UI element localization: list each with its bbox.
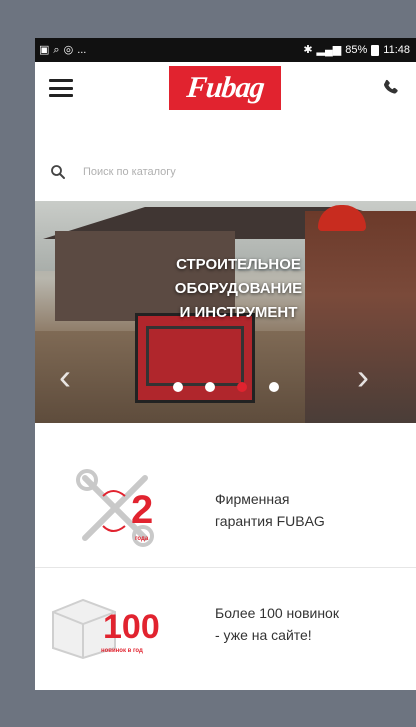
warranty-text: Фирменная гарантия FUBAG (215, 488, 405, 532)
warranty-line-2: гарантия FUBAG (215, 512, 325, 529)
logo-text: Fubag (184, 71, 266, 104)
warranty-line-1: Фирменная (215, 490, 290, 507)
phone-screen: ▣ ⌕ ◎ ... ✱ ▂▄▆ 85% 11:48 Fubag Поиск по… (35, 38, 416, 690)
new-products-visual: 100 новинок в год (35, 574, 215, 674)
clock: 11:48 (383, 44, 410, 56)
search-input[interactable] (81, 165, 385, 179)
new-products-caption: новинок в год (101, 648, 143, 654)
overflow-text: ... (77, 43, 87, 56)
banner-line-1: СТРОИТЕЛЬНОЕ (176, 256, 301, 273)
carousel-dot-2[interactable] (205, 382, 215, 392)
warranty-visual: 2 года (35, 460, 215, 560)
battery-percent: 85% (345, 44, 368, 56)
hamburger-menu-icon[interactable] (49, 79, 73, 97)
carousel-prev-icon[interactable]: ‹ (59, 359, 71, 395)
fubag-logo[interactable]: Fubag (169, 66, 281, 110)
new-products-number: 100 (103, 608, 160, 646)
hero-banner[interactable]: СТРОИТЕЛЬНОЕ ОБОРУДОВАНИЕ И ИНСТРУМЕНТ ‹… (35, 201, 416, 423)
carousel-dot-4[interactable] (269, 382, 279, 392)
search-icon[interactable] (49, 163, 67, 181)
status-left: ▣ ⌕ ◎ ... (39, 43, 87, 56)
warranty-caption: года (135, 535, 149, 542)
status-right: ✱ ▂▄▆ 85% 11:48 (303, 44, 410, 56)
new-products-text: Более 100 новинок - уже на сайте! (215, 602, 405, 646)
feature-new-products[interactable]: 100 новинок в год Более 100 новинок - уж… (35, 566, 416, 682)
circle-status-icon: ◎ (63, 43, 74, 56)
feature-warranty[interactable]: 2 года Фирменная гарантия FUBAG (35, 452, 416, 568)
banner-line-2: ОБОРУДОВАНИЕ (174, 280, 303, 297)
carousel-dot-3[interactable] (237, 382, 247, 392)
phone-icon[interactable] (380, 77, 402, 99)
carousel-dots (173, 382, 279, 392)
signal-icon: ▂▄▆ (316, 43, 342, 56)
carousel-dot-1[interactable] (173, 382, 183, 392)
generator-frame (146, 326, 244, 386)
carousel-next-icon[interactable]: › (357, 359, 369, 395)
search-status-icon: ⌕ (53, 43, 60, 56)
banner-line-3: И ИНСТРУМЕНТ (179, 304, 298, 321)
banner-headline: СТРОИТЕЛЬНОЕ ОБОРУДОВАНИЕ И ИНСТРУМЕНТ (35, 253, 416, 325)
warranty-number: 2 (131, 487, 154, 532)
battery-icon (371, 44, 380, 56)
new-products-line-1: Более 100 новинок (215, 605, 339, 621)
search-bar (35, 142, 416, 202)
top-bar: Fubag (35, 62, 416, 114)
new-products-line-2: - уже на сайте! (215, 627, 312, 643)
bluetooth-icon: ✱ (303, 43, 313, 56)
gallery-icon: ▣ (39, 43, 50, 56)
status-bar: ▣ ⌕ ◎ ... ✱ ▂▄▆ 85% 11:48 (35, 38, 416, 62)
